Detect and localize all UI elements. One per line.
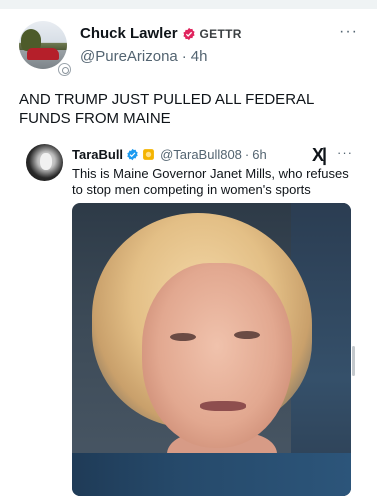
post-time[interactable]: 4h (191, 48, 208, 65)
portrait-photo[interactable] (72, 203, 351, 496)
quote-avatar[interactable] (26, 144, 63, 181)
more-options-icon[interactable]: ··· (339, 23, 358, 41)
scrollbar-thumb[interactable] (352, 346, 355, 376)
post-author-row: Chuck Lawler GETTR (80, 25, 242, 42)
photo-eye-left (170, 333, 196, 341)
post-text: AND TRUMP JUST PULLED ALL FEDERAL FUNDS … (19, 91, 314, 127)
quoted-post[interactable]: TaraBull @TaraBull808 · 6h X| ··· This i… (17, 135, 370, 500)
quote-author-handle[interactable]: @TaraBull808 (160, 147, 242, 162)
avatar-badge-icon (58, 63, 71, 76)
photo-jacket (72, 453, 351, 496)
photo-mouth (200, 401, 246, 411)
quote-author-row: TaraBull @TaraBull808 · 6h (72, 147, 267, 162)
top-divider (0, 0, 377, 9)
quote-text: This is Maine Governor Janet Mills, who … (72, 166, 349, 197)
photo-face (142, 263, 292, 448)
avatar[interactable] (19, 21, 67, 69)
meta-separator: · (244, 147, 250, 162)
avatar-car (27, 48, 59, 60)
network-tag: GETTR (199, 26, 242, 41)
meta-separator: · (181, 48, 187, 65)
post[interactable]: Chuck Lawler GETTR @PureArizona · 4h ···… (0, 9, 377, 500)
photo-eye-right (234, 331, 260, 339)
quote-author-name[interactable]: TaraBull (72, 147, 123, 162)
affiliate-badge-icon (143, 149, 154, 160)
author-display-name[interactable]: Chuck Lawler (80, 25, 178, 42)
post-meta-row: @PureArizona · 4h (80, 48, 207, 65)
verified-badge-icon (182, 27, 195, 40)
quote-time[interactable]: 6h (252, 147, 266, 162)
verified-badge-icon (127, 148, 138, 161)
quote-more-options-icon[interactable]: ··· (337, 145, 353, 160)
author-handle[interactable]: @PureArizona (80, 48, 178, 65)
x-logo-icon: X| (312, 145, 327, 165)
